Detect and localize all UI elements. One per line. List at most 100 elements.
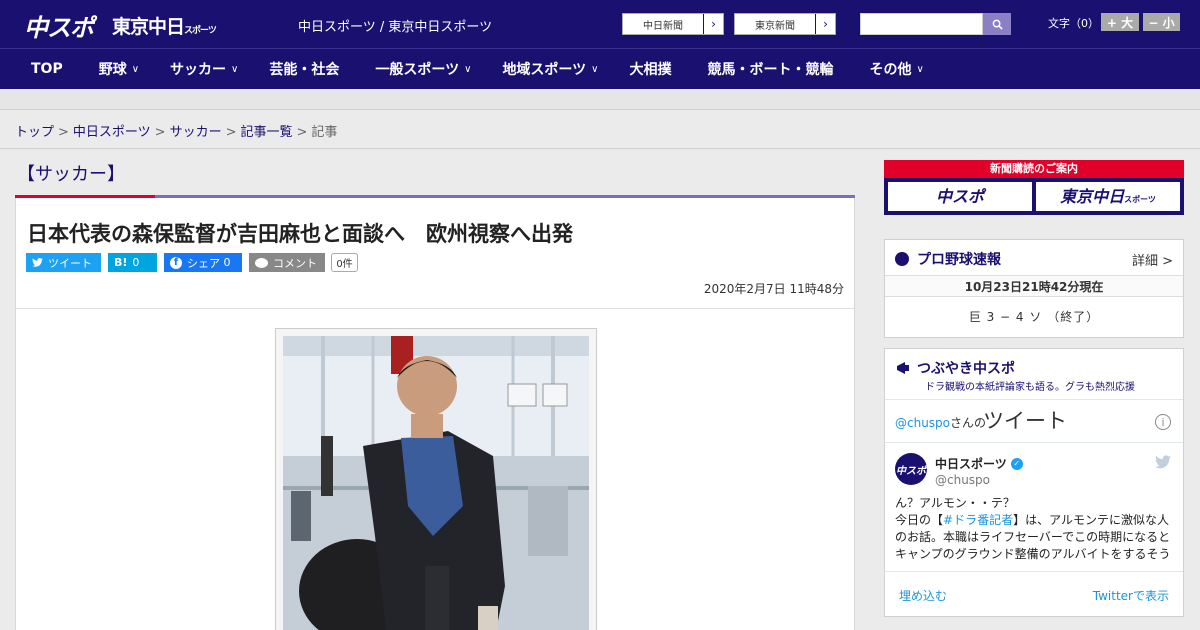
megaphone-icon <box>897 362 909 374</box>
baseball-scores-widget: プロ野球速報 詳細 > 10月23日21時42分現在 巨 3 − 4 ソ （終了… <box>884 239 1184 338</box>
tokyo-chunichi-subscribe-box[interactable]: 東京中日スポーツ <box>1036 182 1180 211</box>
nav-item-general-sports[interactable]: 一般スポーツ ∨ <box>375 59 471 79</box>
nav-item-entertainment[interactable]: 芸能・社会 <box>269 59 344 79</box>
article-title: 日本代表の森保監督が吉田麻也と面談へ 欧州視察へ出発 <box>27 222 573 246</box>
breadcrumb-soccer[interactable]: サッカー <box>170 125 222 140</box>
nav-item-soccer[interactable]: サッカー ∨ <box>170 59 238 79</box>
facebook-count: 0 <box>223 256 231 269</box>
tweet-label: ツイート <box>48 256 92 270</box>
timeline-heading: ツイート <box>983 409 1067 433</box>
hatena-count: 0 <box>132 256 140 269</box>
font-size-up-button[interactable]: + 大 <box>1101 13 1139 31</box>
view-on-twitter-link[interactable]: Twitterで表示 <box>1093 587 1169 604</box>
chevron-down-icon: ∨ <box>916 63 924 75</box>
breadcrumb-top[interactable]: トップ <box>15 125 54 140</box>
baseball-score-date: 10月23日21時42分現在 <box>885 275 1183 297</box>
nav-label: 競馬・ボート・競輪 <box>707 62 834 78</box>
tweet-line-1: ん？アルモン・・テ？ <box>895 496 1015 510</box>
breadcrumb-sep: > <box>225 125 237 140</box>
verified-badge-icon: ✓ <box>1010 457 1023 470</box>
author-name-text: 中日スポーツ <box>935 457 1007 471</box>
article-divider <box>16 308 854 309</box>
avatar[interactable]: 中スポ <box>895 453 927 485</box>
site-name[interactable]: 中日スポーツ / 東京中日スポーツ <box>298 16 492 35</box>
breadcrumb-current: 記事 <box>311 125 338 140</box>
tokyo-shimbun-link[interactable]: 東京新聞 › <box>734 13 836 35</box>
tweets-widget-title: つぶやき中スポ <box>917 361 1015 377</box>
facebook-icon: f <box>170 256 182 269</box>
nav-label: 野球 <box>98 62 127 78</box>
breadcrumb-sep: > <box>58 125 69 140</box>
article-card: 日本代表の森保監督が吉田麻也と面談へ 欧州視察へ出発 ツイート B! 0 f シ… <box>15 198 855 630</box>
nav-item-racing[interactable]: 競馬・ボート・競輪 <box>708 59 839 79</box>
ext-link-label: 中日新聞 <box>643 20 683 32</box>
main-nav: TOP 野球 ∨ サッカー ∨ 芸能・社会 一般スポーツ ∨ 地域スポーツ ∨ 大相撲 … <box>0 48 1200 89</box>
tweet-line-2: 今日の【#ドラ番記者】は、アルモンテに激似な人のお話。本職はライフセーバーでこの… <box>895 512 1177 563</box>
chuspo-subscribe-box[interactable]: 中スポ <box>888 182 1032 211</box>
search-icon <box>992 19 1003 30</box>
nav-item-baseball[interactable]: 野球 ∨ <box>99 59 139 79</box>
tokyo-logo-small: スポーツ <box>184 26 217 36</box>
category-heading: 【サッカー】 <box>17 164 125 185</box>
font-size-label: 文字（0） <box>1048 17 1099 30</box>
font-size-down-button[interactable]: − 小 <box>1143 13 1180 31</box>
breadcrumb-article-list[interactable]: 記事一覧 <box>241 125 293 140</box>
nav-item-sumo[interactable]: 大相撲 <box>630 59 677 79</box>
info-icon[interactable]: i <box>1155 414 1171 430</box>
comment-label: コメント <box>273 256 317 270</box>
chuspo-logo[interactable]: 中スポ <box>24 8 94 43</box>
timeline-owner[interactable]: @chuspoさんの <box>895 414 986 431</box>
chevron-down-icon: ∨ <box>464 63 472 75</box>
facebook-share-label: シェア <box>187 256 220 270</box>
baseball-widget-title: プロ野球速報 <box>917 252 1001 268</box>
chevron-down-icon: ∨ <box>131 63 140 75</box>
nav-label: その他 <box>869 62 912 78</box>
facebook-share-button[interactable]: f シェア 0 <box>164 253 242 272</box>
tweet-text-pre: 今日の【 <box>895 513 944 527</box>
nav-item-top[interactable]: TOP <box>31 61 68 77</box>
search-button[interactable] <box>983 13 1011 35</box>
nav-label: 大相撲 <box>629 62 672 78</box>
breadcrumb-sep: > <box>154 125 166 140</box>
tokyo-logo-text: 東京中日 <box>112 16 185 38</box>
article-photo-frame <box>275 328 597 630</box>
nav-item-other[interactable]: その他 ∨ <box>870 59 924 79</box>
publish-date: 2020年2月7日 11時48分 <box>703 282 844 296</box>
speech-bubble-icon <box>255 257 268 268</box>
search-input[interactable] <box>860 13 983 35</box>
twitter-bird-icon <box>32 258 43 267</box>
twitter-bird-icon[interactable] <box>1155 455 1171 469</box>
tweets-widget-subtitle: ドラ観戦の本紙評論家も語る。グラも熱烈応援 <box>925 382 1135 393</box>
embed-link[interactable]: 埋め込む <box>899 587 947 604</box>
tweet-body: ん？アルモン・・テ？ 今日の【#ドラ番記者】は、アルモンテに激似な人のお話。本職… <box>895 495 1177 569</box>
airport-photo-illustration <box>283 336 589 630</box>
baseball-score-line[interactable]: 巨 3 − 4 ソ （終了） <box>885 308 1183 325</box>
breadcrumb-divider <box>0 148 1200 149</box>
comment-count-badge[interactable]: 0件 <box>331 253 358 272</box>
baseball-detail-link[interactable]: 詳細 > <box>1132 250 1173 269</box>
tweet-button[interactable]: ツイート <box>26 253 101 272</box>
tweet-author-name[interactable]: 中日スポーツ ✓ <box>935 455 1023 472</box>
comment-button[interactable]: コメント <box>249 253 325 272</box>
nav-label: TOP <box>31 61 63 77</box>
tweets-widget: つぶやき中スポ ドラ観戦の本紙評論家も語る。グラも熱烈応援 @chuspoさんの… <box>884 348 1184 617</box>
baseball-widget-header: プロ野球速報 <box>895 249 1001 269</box>
subscription-banner-title: 新聞購読のご案内 <box>884 160 1184 178</box>
hashtag-link[interactable]: #ドラ番記者 <box>943 513 1013 527</box>
chevron-right-icon: › <box>703 14 723 34</box>
subscription-banner[interactable]: 新聞購読のご案内 中スポ 東京中日スポーツ <box>884 160 1184 215</box>
nav-label: サッカー <box>170 62 227 78</box>
breadcrumb: トップ > 中日スポーツ > サッカー > 記事一覧 > 記事 <box>15 121 337 140</box>
article-photo[interactable] <box>283 336 589 630</box>
tweet-author-handle[interactable]: @chuspo <box>935 473 990 487</box>
ad-strip <box>0 89 1200 110</box>
nav-label: 一般スポーツ <box>375 62 460 78</box>
nav-item-local-sports[interactable]: 地域スポーツ ∨ <box>502 59 598 79</box>
chunichi-shimbun-link[interactable]: 中日新聞 › <box>622 13 724 35</box>
breadcrumb-chunichi-sports[interactable]: 中日スポーツ <box>73 125 151 140</box>
banner-right-small: スポーツ <box>1124 195 1156 204</box>
ext-link-label: 東京新聞 <box>755 20 795 32</box>
chevron-down-icon: ∨ <box>591 63 599 75</box>
hatena-bookmark-button[interactable]: B! 0 <box>108 253 157 272</box>
tokyo-chunichi-logo[interactable]: 東京中日スポーツ <box>112 12 217 39</box>
